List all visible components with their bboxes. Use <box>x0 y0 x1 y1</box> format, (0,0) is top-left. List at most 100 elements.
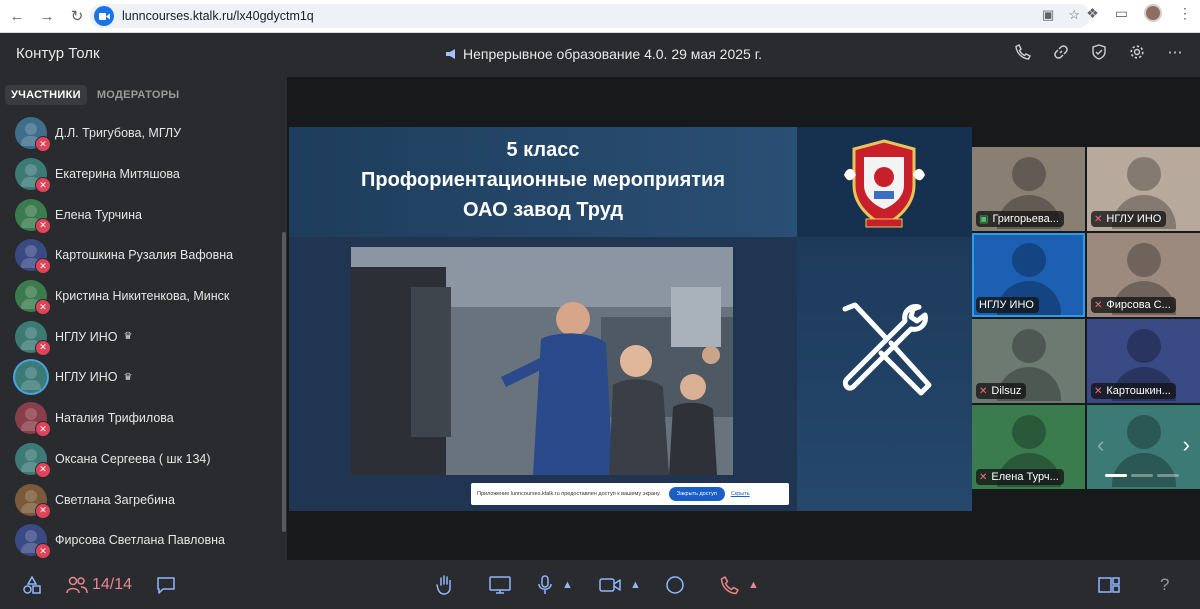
participant-name: Елена Турчина <box>55 207 142 222</box>
participant-item[interactable]: ✕ Кристина Никитенкова, Минск <box>0 276 287 317</box>
video-tile[interactable]: ✕ Картошкин... <box>1087 319 1200 403</box>
video-tile[interactable]: ▣ Григорьева... <box>972 147 1085 231</box>
video-tile[interactable]: ✕ Елена Турч... <box>972 405 1085 489</box>
school-emblem-panel <box>797 127 972 237</box>
video-tile[interactable]: НГЛУ ИНО <box>972 233 1085 317</box>
hide-notification-link[interactable]: Скрыть <box>731 491 750 497</box>
slide-title-line-3: ОАО завод Труд <box>462 199 624 221</box>
participant-name: Д.Л. Тригубова, МГЛУ <box>55 126 182 141</box>
chat-icon <box>157 577 175 594</box>
browser-menu-icon[interactable]: ⋮ <box>1178 5 1192 22</box>
reload-icon[interactable]: ↻ <box>64 3 90 29</box>
school-emblem-icon <box>844 139 925 228</box>
tile-name: Елена Турч... <box>991 471 1059 483</box>
video-tile[interactable]: ✕ НГЛУ ИНО <box>1087 147 1200 231</box>
record-button[interactable] <box>665 573 685 597</box>
screen-share-button[interactable] <box>488 573 512 597</box>
microphone-icon <box>538 575 552 594</box>
extensions-icon[interactable]: ❖ <box>1086 5 1099 22</box>
back-icon[interactable]: ← <box>4 3 30 29</box>
muted-mic-icon: ✕ <box>35 258 51 275</box>
main-stage: 5 класс Профориентационные мероприятия О… <box>287 77 1200 560</box>
avatar: ✕ <box>15 320 51 356</box>
tile-label: НГЛУ ИНО <box>976 297 1039 313</box>
video-tile[interactable]: ✕ Фирсова С... <box>1087 233 1200 317</box>
microphone-options-chevron-icon[interactable]: ▲ <box>562 579 573 591</box>
more-icon[interactable]: ⋯ <box>1166 43 1184 61</box>
apps-button[interactable] <box>22 573 42 597</box>
participant-item[interactable]: ✕ Картошкина Рузалия Вафовна <box>0 235 287 276</box>
participant-name: НГЛУ ИНО <box>55 370 118 385</box>
tab-search-icon[interactable]: ▭ <box>1115 5 1128 22</box>
tile-name: Григорьева... <box>992 213 1059 225</box>
participant-item[interactable]: ✕ Д.Л. Тригубова, МГЛУ <box>0 113 287 154</box>
layout-icon <box>1098 577 1120 593</box>
participant-item[interactable]: ✕ Фирсова Светлана Павловна <box>0 520 287 561</box>
microphone-button[interactable]: ▲ <box>536 573 573 597</box>
tile-name: Dilsuz <box>991 385 1022 397</box>
link-icon[interactable] <box>1052 43 1070 61</box>
tile-label: ▣ Григорьева... <box>976 211 1064 227</box>
chat-button[interactable] <box>156 573 176 597</box>
hangup-button[interactable]: ▲ <box>720 573 759 597</box>
bookmark-star-icon[interactable]: ☆ <box>1068 7 1080 23</box>
browser-toolbar: ← → ↻ lunncourses.ktalk.ru/lx40gdyctm1q … <box>0 0 1200 33</box>
phone-icon[interactable] <box>1014 43 1032 61</box>
tile-label: ✕ Dilsuz <box>976 383 1027 399</box>
muted-mic-icon: ✕ <box>979 385 988 397</box>
site-info-icon[interactable] <box>94 6 114 26</box>
settings-gear-icon[interactable] <box>1128 43 1146 61</box>
tile-pager[interactable]: ‹ › <box>1087 405 1200 489</box>
muted-mic-icon: ✕ <box>1094 385 1103 397</box>
raise-hand-icon <box>436 575 451 595</box>
participants-panel: УЧАСТНИКИ МОДЕРАТОРЫ ✕ Д.Л. Тригубова, МГ… <box>0 77 287 560</box>
help-button[interactable]: ? <box>1160 573 1169 597</box>
tab-moderators[interactable]: МОДЕРАТОРЫ <box>91 85 186 105</box>
install-app-icon[interactable]: ▣ <box>1042 7 1054 23</box>
apps-icon <box>23 575 41 594</box>
tools-panel <box>797 237 972 511</box>
tile-label: ✕ Фирсова С... <box>1091 297 1176 313</box>
avatar: ✕ <box>15 158 51 194</box>
tile-name: Фирсова С... <box>1106 299 1171 311</box>
participants-button[interactable]: 14/14 <box>66 573 132 597</box>
raise-hand-button[interactable] <box>436 573 456 597</box>
hangup-options-chevron-icon[interactable]: ▲ <box>748 579 759 591</box>
participant-name: НГЛУ ИНО <box>55 329 118 344</box>
muted-mic-icon: ✕ <box>35 217 51 234</box>
camera-button[interactable]: ▲ <box>598 573 641 597</box>
slide-header: 5 класс Профориентационные мероприятия О… <box>289 127 797 237</box>
notification-text: Приложение lunncourses.ktalk.ru предоста… <box>477 491 661 497</box>
next-page-icon[interactable]: › <box>1183 432 1190 458</box>
muted-mic-icon: ✕ <box>35 177 51 194</box>
participant-item[interactable]: НГЛУ ИНО ♛ <box>0 357 287 398</box>
muted-mic-icon: ✕ <box>35 543 51 560</box>
participant-item[interactable]: ✕ НГЛУ ИНО ♛ <box>0 316 287 357</box>
participant-item[interactable]: ✕ Светлана Загребина <box>0 479 287 520</box>
megaphone-icon <box>446 49 455 59</box>
call-toolbar: 14/14 ▲ ▲ ▲ ? <box>0 560 1200 609</box>
profile-avatar[interactable] <box>1144 4 1162 22</box>
participants-icon <box>66 576 88 594</box>
layout-button[interactable] <box>1098 573 1120 597</box>
camera-options-chevron-icon[interactable]: ▲ <box>630 579 641 591</box>
participant-item[interactable]: ✕ Наталия Трифилова <box>0 398 287 439</box>
avatar: ✕ <box>15 402 51 438</box>
forward-icon[interactable]: → <box>34 3 60 29</box>
stop-sharing-button[interactable]: Закрыть доступ <box>668 487 725 501</box>
tools-icon <box>842 302 932 396</box>
help-icon: ? <box>1160 575 1170 594</box>
participant-item[interactable]: ✕ Оксана Сергеева ( шк 134) <box>0 439 287 480</box>
tab-participants[interactable]: УЧАСТНИКИ <box>5 85 87 105</box>
tile-name: НГЛУ ИНО <box>979 299 1034 311</box>
slide-title-line-1: 5 класс <box>506 139 580 161</box>
participant-item[interactable]: ✕ Екатерина Митяшова <box>0 154 287 195</box>
address-bar[interactable]: lunncourses.ktalk.ru/lx40gdyctm1q ▣ ☆ <box>90 4 1090 28</box>
participant-list-scrollbar[interactable] <box>282 232 286 532</box>
muted-mic-icon: ✕ <box>35 299 51 316</box>
video-tile[interactable]: ✕ Dilsuz <box>972 319 1085 403</box>
shield-icon[interactable] <box>1090 43 1108 61</box>
participant-item[interactable]: ✕ Елена Турчина <box>0 194 287 235</box>
previous-page-icon[interactable]: ‹ <box>1097 432 1104 458</box>
avatar: ✕ <box>15 198 51 234</box>
